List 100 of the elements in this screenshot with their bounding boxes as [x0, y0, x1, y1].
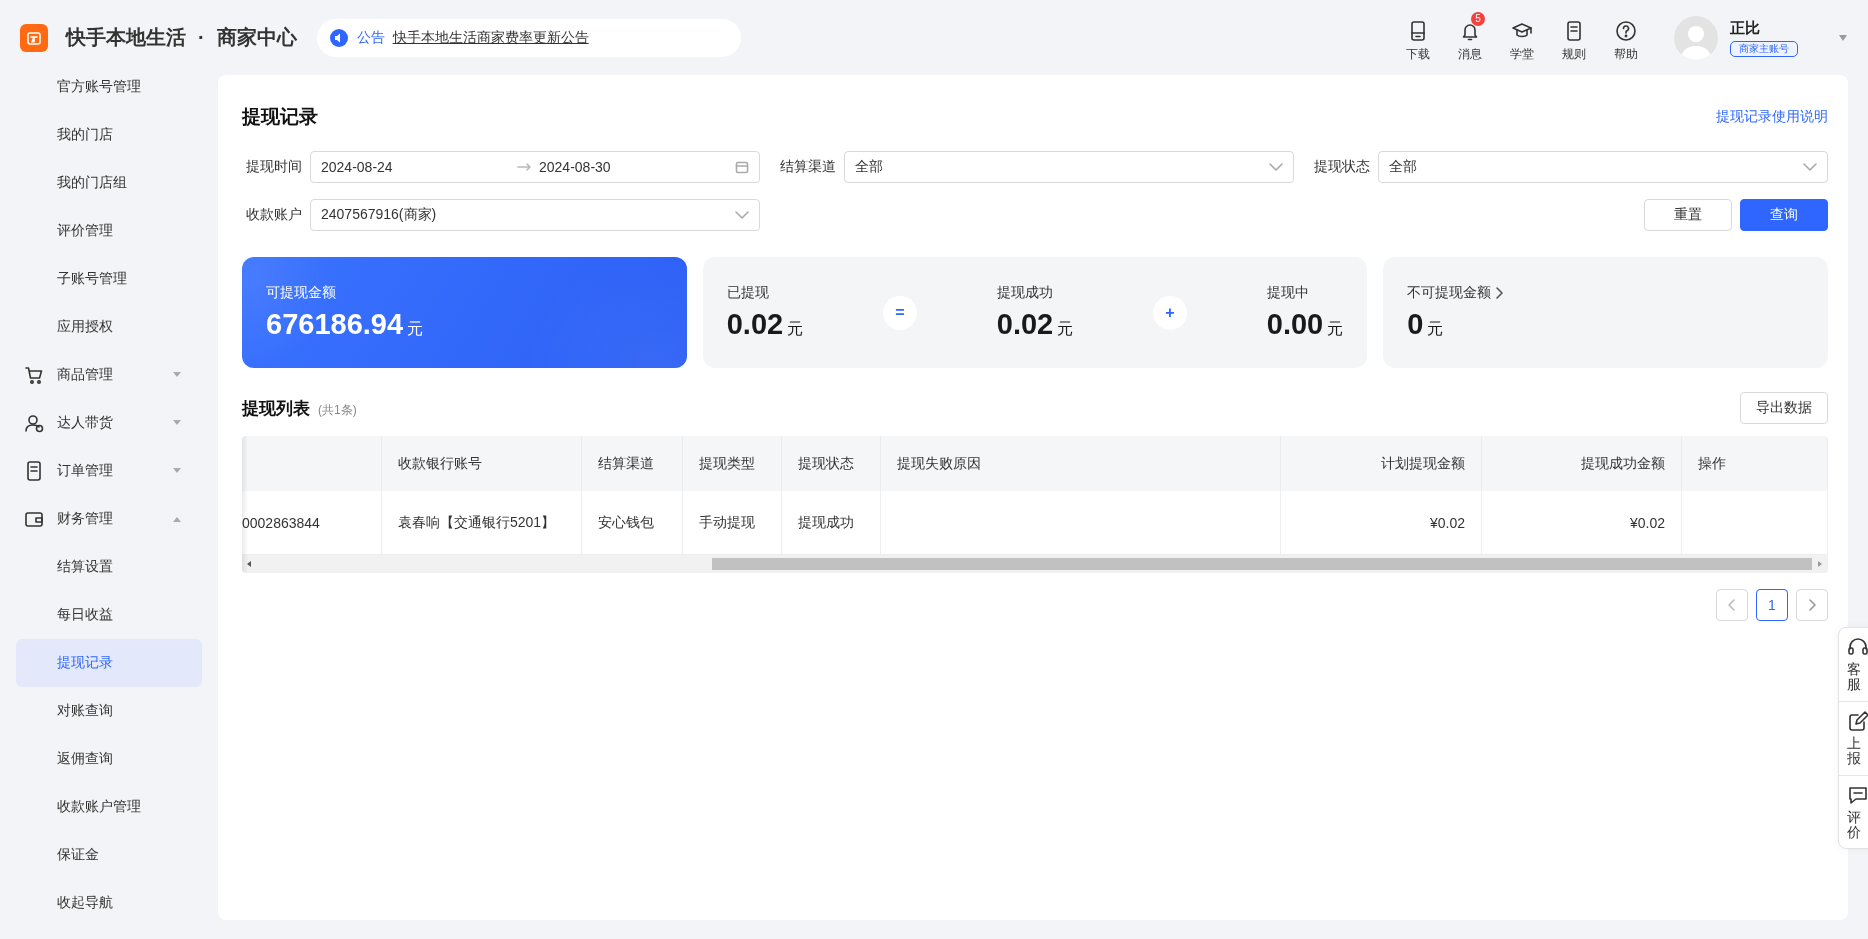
nav-item[interactable]: 我的门店 — [16, 111, 202, 159]
dropdown-caret-icon[interactable] — [1838, 33, 1848, 42]
app-subtitle: 商家中心 — [216, 25, 297, 50]
side-tool-button[interactable]: 上报 — [1839, 701, 1868, 776]
select-field[interactable]: 全部 — [1378, 151, 1828, 183]
side-tool-button[interactable]: 评价 — [1839, 775, 1868, 849]
stat-label: 提现中 — [1266, 284, 1309, 302]
usage-guide-link[interactable]: 提现记录使用说明 — [1716, 108, 1828, 126]
stat-amount: 676186.94 — [266, 308, 404, 341]
chevron-down-icon — [735, 211, 749, 219]
person-icon — [24, 413, 44, 433]
reset-button[interactable]: 重置 — [1644, 199, 1732, 231]
headset-icon — [1847, 636, 1868, 658]
app-logo — [20, 23, 48, 52]
nav-item[interactable]: 子账号管理 — [16, 255, 202, 303]
column-header: 结算渠道 — [582, 436, 683, 491]
currency-unit: 元 — [787, 319, 804, 339]
filter-label: 收款账户 — [245, 206, 302, 224]
app-title: 快手本地生活 — [66, 25, 186, 50]
horizontal-scrollbar[interactable] — [242, 555, 1828, 573]
currency-unit: 元 — [407, 319, 424, 339]
toolbar-button[interactable]: 规则 — [1558, 12, 1590, 63]
page-button[interactable]: 1 — [1756, 589, 1788, 621]
collapse-nav-link[interactable]: 收起导航 — [16, 879, 202, 927]
notice-link[interactable]: 快手本地生活商家费率更新公告 — [392, 28, 589, 47]
nav-item[interactable]: 评价管理 — [16, 207, 202, 255]
notification-badge: 5 — [1471, 12, 1485, 26]
nav-group[interactable]: 订单管理 — [16, 447, 202, 495]
nav-item[interactable]: 返佣查询 — [16, 735, 202, 783]
edit-icon — [1847, 709, 1868, 732]
currency-unit: 元 — [1057, 319, 1074, 339]
nav-item[interactable]: 官方账号管理 — [16, 63, 202, 111]
chevron-down-icon — [1269, 163, 1283, 171]
stat-amount: 0 — [1407, 308, 1424, 341]
select-field[interactable]: 2407567916(商家) — [310, 199, 760, 231]
stat-label: 可提现金额 — [266, 284, 336, 302]
search-button[interactable]: 查询 — [1740, 199, 1828, 231]
stat-amount: 0.02 — [996, 308, 1054, 341]
avatar[interactable] — [1674, 15, 1718, 60]
filter-label: 结算渠道 — [779, 158, 836, 176]
stat-label: 提现成功 — [996, 284, 1053, 302]
stat-label: 不可提现金额 — [1407, 284, 1492, 302]
filter-label: 提现时间 — [245, 158, 302, 176]
currency-unit: 元 — [1427, 319, 1444, 339]
tablet-icon — [1408, 20, 1428, 42]
toolbar-button[interactable]: 帮助 — [1610, 12, 1642, 63]
chevron-right-icon — [1808, 599, 1816, 611]
select-field[interactable]: 全部 — [844, 151, 1294, 183]
nav-item[interactable]: 应用授权 — [16, 303, 202, 351]
section-title: 提现列表 — [242, 397, 310, 420]
column-header: 操作 — [1682, 436, 1828, 491]
account-role-tag: 商家主账号 — [1730, 40, 1798, 57]
user-name: 正比 — [1730, 18, 1761, 38]
stat-label: 已提现 — [726, 284, 769, 302]
document-icon — [24, 460, 44, 482]
column-header: 计划提现金额 — [1281, 436, 1482, 491]
chevron-down-icon — [1803, 163, 1817, 171]
title-separator: · — [198, 26, 205, 49]
wallet-icon — [24, 509, 44, 529]
next-page-button[interactable] — [1796, 589, 1828, 621]
nav-item[interactable]: 我的门店组 — [16, 159, 202, 207]
page-title: 提现记录 — [242, 105, 318, 129]
cart-icon — [24, 365, 44, 385]
side-tool-button[interactable]: 客服 — [1839, 628, 1868, 702]
filter-label: 提现状态 — [1313, 158, 1370, 176]
notice-tag: 公告 — [356, 28, 385, 47]
column-header: 提现状态 — [782, 436, 881, 491]
column-header: 提现成功金额 — [1482, 436, 1682, 491]
toolbar-button[interactable]: 下载 — [1402, 12, 1434, 63]
stat-amount: 0.02 — [726, 308, 784, 341]
chevron-right-icon — [1495, 287, 1504, 299]
record-count: (共1条) — [318, 401, 357, 419]
document-icon — [1564, 20, 1584, 42]
operator-sign: = — [882, 295, 917, 330]
toolbar-button[interactable]: 学堂 — [1506, 12, 1538, 63]
nav-item[interactable]: 结算设置 — [16, 543, 202, 591]
column-header: 收款银行账号 — [382, 436, 582, 491]
calendar-icon — [735, 160, 749, 174]
column-header: 提现类型 — [683, 436, 782, 491]
operator-sign: + — [1153, 295, 1187, 330]
nav-item[interactable]: 对账查询 — [16, 687, 202, 735]
nav-item[interactable]: 保证金 — [16, 831, 202, 879]
chevron-left-icon — [1728, 599, 1736, 611]
nav-item[interactable]: 每日收益 — [16, 591, 202, 639]
nav-item[interactable]: 收款账户管理 — [16, 783, 202, 831]
help-icon — [1615, 20, 1637, 42]
currency-unit: 元 — [1327, 319, 1344, 339]
summary-card[interactable]: 不可提现金额 0 元 — [1383, 257, 1828, 368]
nav-item[interactable]: 提现记录 — [16, 639, 202, 687]
speaker-icon — [328, 27, 349, 48]
nav-group[interactable]: 商品管理 — [16, 351, 202, 399]
toolbar-button[interactable]: 消息 5 — [1454, 12, 1486, 63]
previous-page-button[interactable] — [1716, 589, 1748, 621]
stat-amount: 0.00 — [1266, 308, 1324, 341]
nav-group[interactable]: 达人带货 — [16, 399, 202, 447]
date-range-field[interactable]: 2024-08-24 2024-08-30 — [310, 151, 760, 183]
nav-group[interactable]: 财务管理 — [16, 495, 202, 543]
export-button[interactable]: 导出数据 — [1740, 392, 1828, 424]
column-header: 提现失败原因 — [881, 436, 1281, 491]
arrow-icon — [517, 163, 531, 171]
